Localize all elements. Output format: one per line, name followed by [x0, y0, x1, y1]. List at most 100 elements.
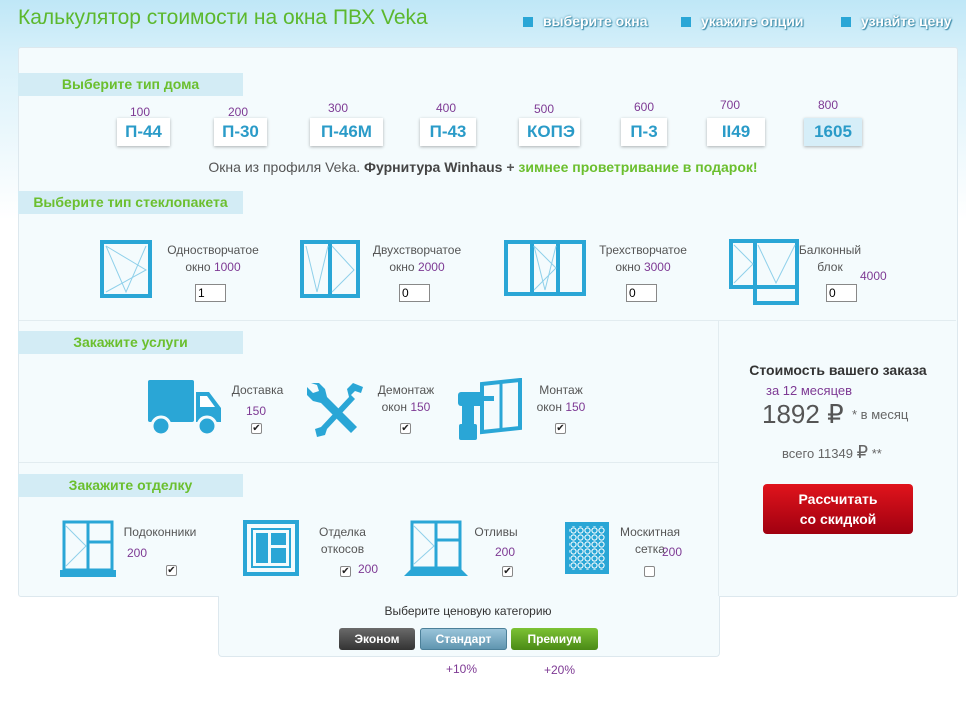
- finish-price: 200: [358, 562, 379, 576]
- delivery-checkbox[interactable]: ✔: [251, 423, 262, 434]
- glass-label: Одностворчатое окно 1000: [158, 242, 268, 276]
- section-divider: [19, 320, 956, 321]
- triple-window-icon: [504, 240, 586, 296]
- windowsill-checkbox[interactable]: ✔: [166, 565, 177, 576]
- triple-window-qty[interactable]: [626, 284, 657, 302]
- price-category-prompt: Выберите ценовую категорию: [384, 604, 552, 618]
- house-type-kope[interactable]: КОПЭ: [519, 118, 580, 146]
- glass-price: 1000: [213, 260, 241, 274]
- mosquito-net-icon: [565, 522, 609, 574]
- double-window-qty[interactable]: [399, 284, 430, 302]
- glass-price: 3000: [643, 260, 671, 274]
- finish-label-line2: откосов: [320, 542, 365, 556]
- glass-label: Трехстворчатое окно 3000: [588, 242, 698, 276]
- drill-icon: [458, 378, 522, 440]
- house-type-p46m[interactable]: П-46М: [310, 118, 383, 146]
- services-heading: Закажите услуги: [18, 331, 243, 354]
- standard-surcharge: +10%: [446, 662, 478, 676]
- monthly-value: 1892: [762, 399, 820, 429]
- finish-heading: Закажите отделку: [18, 474, 243, 497]
- balcony-block-qty[interactable]: [826, 284, 857, 302]
- button-line: со скидкой: [799, 511, 877, 527]
- section-divider: [19, 462, 718, 463]
- truck-icon: [148, 380, 221, 437]
- house-price: 400: [436, 101, 457, 115]
- order-cost-heading: Стоимость вашего заказа: [749, 362, 927, 378]
- note-text: Окна из профиля Veka.: [208, 159, 365, 175]
- mosquito-net-checkbox[interactable]: [644, 566, 655, 577]
- monthly-amount: 1892 ₽: [762, 399, 844, 430]
- category-premium-button[interactable]: Премиум: [511, 628, 598, 650]
- house-price: 200: [228, 105, 249, 119]
- service-label-word: окон: [381, 400, 407, 414]
- total-value: всего 11349: [782, 446, 853, 461]
- glass-label-line: Трехстворчатое: [599, 243, 687, 257]
- step-bullet-icon: [681, 17, 691, 28]
- finish-price: 200: [127, 546, 148, 560]
- service-label: Монтаж окон 150: [530, 382, 592, 416]
- glass-label: Двухстворчатое окно 2000: [362, 242, 472, 276]
- house-price: 600: [634, 100, 655, 114]
- service-label-line: Монтаж: [539, 383, 583, 397]
- drip-icon: [404, 520, 468, 576]
- premium-surcharge: +20%: [544, 663, 576, 677]
- glass-label-line2: окно 2000: [362, 259, 472, 276]
- service-label: Доставка: [231, 383, 284, 397]
- house-price: 700: [720, 98, 741, 112]
- note-fittings: Фурнитура Winhaus: [364, 159, 503, 175]
- button-line: Рассчитать: [798, 491, 878, 507]
- house-type-p3[interactable]: П-3: [621, 118, 667, 146]
- house-price: 100: [130, 105, 151, 119]
- page-title: Калькулятор стоимости на окна ПВХ Veka: [18, 6, 428, 29]
- category-standard-button[interactable]: Стандарт: [420, 628, 507, 650]
- finish-label-line: Отделка: [319, 525, 366, 539]
- house-type-heading: Выберите тип дома: [18, 73, 243, 96]
- glass-label-line: Двухстворчатое: [372, 243, 462, 257]
- currency-sign: ₽: [856, 442, 869, 462]
- house-type-ii49[interactable]: II49: [707, 118, 765, 146]
- slopes-checkbox[interactable]: ✔: [340, 566, 351, 577]
- finish-label: Отделка откосов: [300, 524, 385, 558]
- total-amount: всего 11349 ₽ **: [782, 442, 882, 463]
- finish-price: 200: [662, 545, 683, 559]
- glass-price: 4000: [860, 269, 887, 283]
- house-price: 300: [328, 101, 349, 115]
- tools-icon: [307, 383, 363, 437]
- house-price: 500: [534, 102, 555, 116]
- glass-label-word: окно: [185, 260, 211, 274]
- glass-label-line2: окно 1000: [158, 259, 268, 276]
- step-price: узнайте цену: [841, 13, 952, 29]
- house-type-p43[interactable]: П-43: [420, 118, 476, 146]
- category-economy-button[interactable]: Эконом: [339, 628, 415, 650]
- step-label: узнайте цену: [861, 13, 952, 29]
- glass-label-line: Балконный: [798, 243, 862, 257]
- step-options: укажите опции: [681, 13, 803, 29]
- single-window-qty[interactable]: [195, 284, 226, 302]
- step-bullet-icon: [841, 17, 851, 28]
- glass-label-word: окно: [615, 260, 641, 274]
- single-window-icon: [100, 240, 152, 298]
- total-suffix: **: [871, 446, 882, 461]
- service-label-line2: окон 150: [530, 399, 592, 416]
- finish-label: Отливы: [474, 525, 518, 539]
- windowsill-icon: [60, 520, 116, 577]
- glass-label-line2: блок: [817, 260, 843, 274]
- house-type-p30[interactable]: П-30: [214, 118, 267, 146]
- note-plus: +: [502, 159, 519, 175]
- house-type-p44[interactable]: П-44: [117, 118, 170, 146]
- service-label-word: окон: [536, 400, 562, 414]
- calculate-discount-button[interactable]: Рассчитать со скидкой: [763, 484, 913, 534]
- installation-checkbox[interactable]: ✔: [555, 423, 566, 434]
- dismantling-checkbox[interactable]: ✔: [400, 423, 411, 434]
- finish-price: 200: [495, 545, 516, 559]
- step-label: укажите опции: [701, 13, 804, 29]
- glass-label-word: окно: [389, 260, 415, 274]
- double-window-icon: [300, 240, 360, 298]
- house-type-1605[interactable]: 1605: [804, 118, 862, 146]
- drip-checkbox[interactable]: ✔: [502, 566, 513, 577]
- column-divider: [718, 320, 719, 596]
- payment-term: за 12 месяцев: [766, 383, 853, 398]
- service-price: 150: [565, 400, 586, 414]
- profile-note: Окна из профиля Veka. Фурнитура Winhaus …: [0, 159, 966, 175]
- currency-sign: ₽: [827, 399, 844, 429]
